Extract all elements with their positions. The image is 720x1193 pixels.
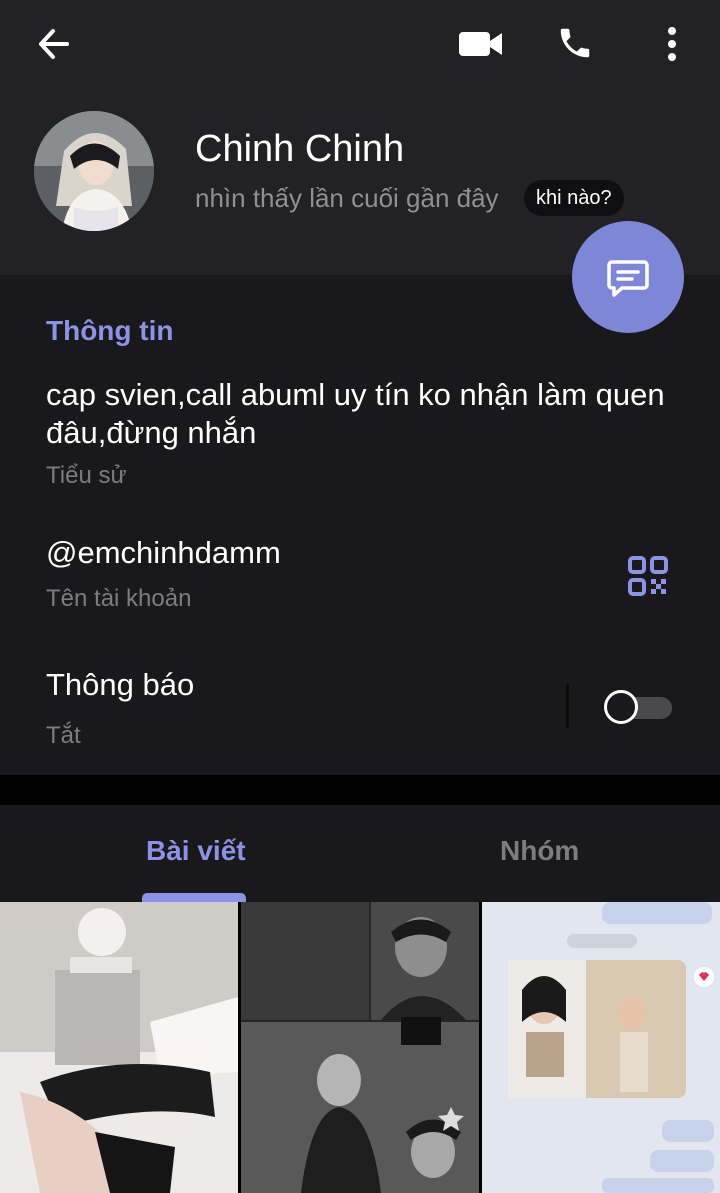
section-gap (0, 775, 720, 805)
last-seen-status: nhìn thấy lần cuối gần đây (195, 183, 499, 213)
video-call-button[interactable] (452, 22, 510, 66)
notifications-toggle[interactable] (604, 690, 672, 724)
qr-code-button[interactable] (624, 554, 672, 598)
last-seen-when-chip[interactable]: khi nào? (524, 180, 624, 216)
active-tab-indicator (142, 893, 246, 902)
tab-groups[interactable]: Nhóm (500, 835, 579, 867)
more-options-button[interactable] (650, 20, 694, 68)
message-icon (607, 260, 649, 297)
notifications-divider (566, 684, 569, 728)
phone-icon (560, 28, 590, 58)
video-camera-icon (459, 32, 502, 56)
username-label: Tên tài khoản (46, 585, 192, 612)
post-thumbnail[interactable] (482, 902, 720, 1193)
avatar[interactable] (34, 111, 154, 231)
bio-label: Tiểu sử (46, 462, 127, 489)
back-button[interactable] (28, 22, 80, 66)
arrow-left-icon (39, 29, 69, 59)
qr-code-icon (628, 556, 668, 596)
send-message-button[interactable] (572, 221, 684, 333)
post-image (482, 902, 720, 1193)
notifications-status: Tắt (46, 722, 81, 749)
section-title-info: Thông tin (46, 315, 174, 346)
post-thumbnail[interactable] (241, 902, 479, 1193)
profile-tabs: Bài viết Nhóm (0, 805, 720, 902)
post-thumbnail[interactable] (0, 902, 238, 1193)
voice-call-button[interactable] (548, 18, 602, 68)
posts-grid (0, 902, 720, 1193)
tab-posts[interactable]: Bài viết (146, 835, 246, 867)
toggle-knob (604, 690, 638, 724)
notifications-title[interactable]: Thông báo (46, 667, 194, 703)
more-vertical-icon (668, 27, 676, 61)
bio-text[interactable]: cap svien,call abuml uy tín ko nhận làm … (46, 376, 666, 452)
username-text[interactable]: @emchinhdamm (46, 535, 281, 571)
avatar-photo (34, 111, 154, 231)
post-image (0, 902, 238, 1193)
post-image (241, 902, 479, 1193)
profile-name: Chinh Chinh (195, 128, 405, 170)
